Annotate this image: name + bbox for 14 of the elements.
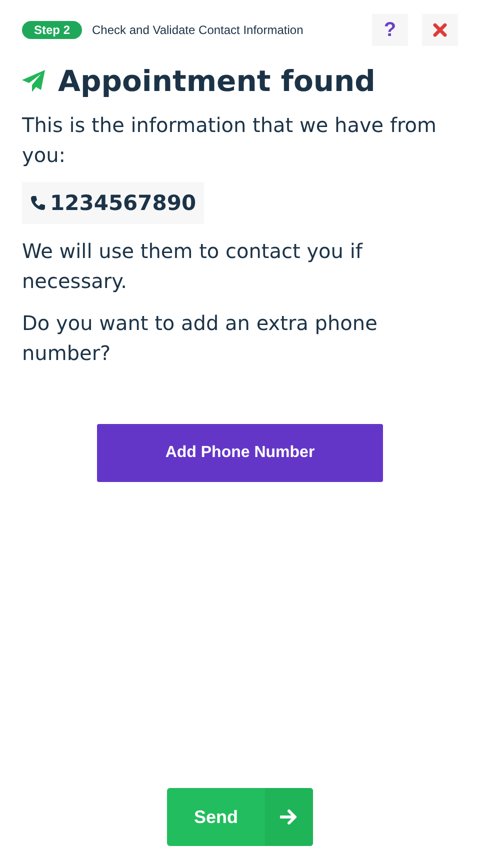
- step-badge: Step 2: [22, 21, 82, 39]
- phone-number: 1234567890: [50, 191, 196, 215]
- paper-plane-icon: [22, 70, 46, 92]
- usage-note: We will use them to contact you if necessary.: [22, 238, 364, 295]
- phone-icon: [30, 195, 46, 211]
- intro-text: This is the information that we have from you:: [22, 112, 438, 169]
- step-title: Check and Validate Contact Information: [92, 23, 304, 37]
- add-phone-button[interactable]: Add Phone Number: [97, 424, 383, 482]
- question-text: Do you want to add an extra phone number?: [22, 310, 378, 367]
- close-icon: [433, 23, 447, 37]
- page-title: Appointment found: [58, 64, 376, 98]
- help-button[interactable]: ?: [372, 14, 408, 46]
- close-button[interactable]: [422, 14, 458, 46]
- arrow-icon: [280, 809, 298, 825]
